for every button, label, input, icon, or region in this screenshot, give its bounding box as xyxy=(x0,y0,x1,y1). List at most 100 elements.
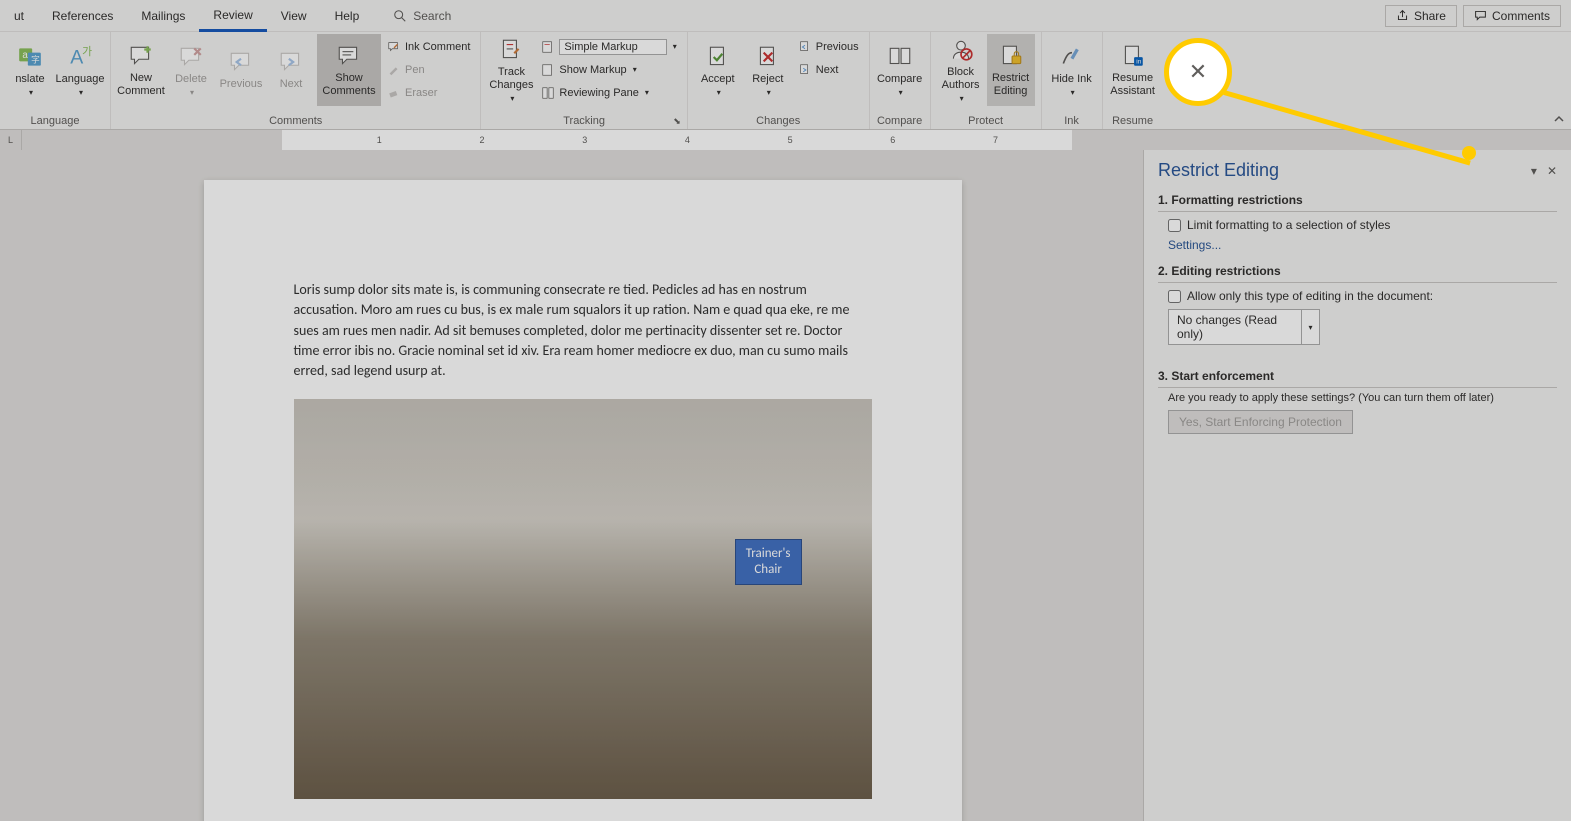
panel-title: Restrict Editing xyxy=(1158,160,1279,181)
previous-comment-button[interactable]: Previous xyxy=(217,34,265,106)
reject-icon xyxy=(754,43,782,71)
group-changes: Accept ▾ Reject ▾ Previous Next Changes xyxy=(688,32,870,129)
svg-text:a: a xyxy=(22,50,28,61)
block-authors-button[interactable]: Block Authors ▾ xyxy=(937,34,985,106)
tab-references[interactable]: References xyxy=(38,0,127,32)
ruler-corner[interactable]: L xyxy=(0,130,22,150)
markup-value: Simple Markup xyxy=(559,39,666,55)
previous-change-label: Previous xyxy=(816,41,859,53)
resume-assistant-button[interactable]: in Resume Assistant xyxy=(1109,34,1157,106)
document-area[interactable]: Loris sump dolor sits mate is, is commun… xyxy=(22,150,1143,821)
delete-comment-button[interactable]: Delete ▾ xyxy=(167,34,215,106)
markup-dropdown[interactable]: Simple Markup ▾ xyxy=(537,36,680,57)
group-language: a字 nslate ▾ A가 Language ▾ Language xyxy=(0,32,111,129)
tab-help[interactable]: Help xyxy=(321,0,374,32)
close-icon: ✕ xyxy=(1189,59,1207,85)
start-enforcing-button[interactable]: Yes, Start Enforcing Protection xyxy=(1168,410,1353,434)
chevron-down-icon: ▾ xyxy=(29,88,33,98)
group-compare: Compare ▾ Compare xyxy=(870,32,931,129)
show-markup-button[interactable]: Show Markup ▾ xyxy=(537,59,680,80)
group-resume: in Resume Assistant Resume xyxy=(1103,32,1163,129)
panel-dropdown-icon[interactable]: ▾ xyxy=(1531,164,1537,178)
group-protect: Block Authors ▾ Restrict Editing Protect xyxy=(931,32,1042,129)
previous-change-button[interactable]: Previous xyxy=(794,36,863,57)
hide-ink-button[interactable]: Hide Ink ▾ xyxy=(1048,34,1096,106)
tracking-launcher-icon[interactable]: ⬊ xyxy=(673,116,681,127)
tab-partial[interactable]: ut xyxy=(0,0,38,32)
section-editing-title: 2. Editing restrictions xyxy=(1158,264,1557,283)
group-label-comments: Comments xyxy=(117,113,474,129)
ink-comment-label: Ink Comment xyxy=(405,41,470,53)
next-change-button[interactable]: Next xyxy=(794,59,863,80)
editing-type-select[interactable]: No changes (Read only) ▾ xyxy=(1168,309,1557,345)
accept-icon xyxy=(704,43,732,71)
chevron-down-icon: ▾ xyxy=(717,88,721,98)
next-change-icon xyxy=(798,63,812,77)
reject-button[interactable]: Reject ▾ xyxy=(744,34,792,106)
ruler-mark: 7 xyxy=(993,130,998,150)
hide-ink-label: Hide Ink xyxy=(1051,73,1091,86)
hide-ink-icon xyxy=(1058,43,1086,71)
chevron-down-icon: ▾ xyxy=(645,88,649,97)
language-icon: A가 xyxy=(66,43,94,71)
allow-editing-row[interactable]: Allow only this type of editing in the d… xyxy=(1158,283,1557,303)
ruler-mark: 4 xyxy=(685,130,690,150)
markup-icon xyxy=(541,40,555,54)
group-label-compare: Compare xyxy=(876,113,924,129)
horizontal-ruler[interactable]: L 1 2 3 4 5 6 7 xyxy=(0,130,1571,150)
tab-review[interactable]: Review xyxy=(199,0,266,32)
search-label: Search xyxy=(413,9,451,23)
collapse-ribbon-button[interactable] xyxy=(1553,113,1565,125)
restrict-editing-panel: Restrict Editing ▾ ✕ 1. Formatting restr… xyxy=(1143,150,1571,821)
limit-formatting-row[interactable]: Limit formatting to a selection of style… xyxy=(1158,212,1557,232)
tab-view[interactable]: View xyxy=(267,0,321,32)
new-comment-button[interactable]: New Comment xyxy=(117,34,165,106)
vertical-ruler[interactable] xyxy=(0,150,22,821)
previous-icon xyxy=(227,48,255,76)
chevron-down-icon[interactable]: ▾ xyxy=(1302,309,1320,345)
ribbon-search[interactable]: Search xyxy=(373,9,451,23)
track-changes-button[interactable]: Track Changes ▾ xyxy=(487,34,535,106)
next-icon xyxy=(277,48,305,76)
restrict-editing-button[interactable]: Restrict Editing xyxy=(987,34,1035,106)
block-authors-label: Block Authors xyxy=(939,66,983,92)
group-label-changes: Changes xyxy=(694,113,863,129)
reviewing-pane-button[interactable]: Reviewing Pane ▾ xyxy=(537,82,680,103)
image-callout[interactable]: Trainer's Chair xyxy=(735,539,802,584)
section-enforcement-title: 3. Start enforcement xyxy=(1158,369,1557,388)
show-comments-icon xyxy=(335,42,363,70)
delete-comment-label: Delete xyxy=(175,73,207,86)
conference-room-image[interactable] xyxy=(294,399,872,799)
paragraph[interactable]: Unitarian elect ram patriot, en sea tube… xyxy=(294,817,872,821)
compare-icon xyxy=(886,43,914,71)
share-button[interactable]: Share xyxy=(1385,5,1457,27)
chevron-down-icon: ▾ xyxy=(190,88,194,98)
enforcement-help-text: Are you ready to apply these settings? (… xyxy=(1158,388,1557,410)
group-label-ink: Ink xyxy=(1048,113,1096,129)
chevron-down-icon: ▾ xyxy=(767,88,771,98)
language-button[interactable]: A가 Language ▾ xyxy=(56,34,104,106)
compare-button[interactable]: Compare ▾ xyxy=(876,34,924,106)
language-label: Language xyxy=(56,73,105,86)
show-comments-button[interactable]: Show Comments xyxy=(317,34,381,106)
comments-button[interactable]: Comments xyxy=(1463,5,1561,27)
tab-mailings[interactable]: Mailings xyxy=(127,0,199,32)
editing-type-value: No changes (Read only) xyxy=(1168,309,1302,345)
limit-formatting-checkbox[interactable] xyxy=(1168,219,1181,232)
settings-link[interactable]: Settings... xyxy=(1158,238,1221,252)
svg-text:가: 가 xyxy=(82,44,92,57)
accept-button[interactable]: Accept ▾ xyxy=(694,34,742,106)
allow-editing-checkbox[interactable] xyxy=(1168,290,1181,303)
track-changes-label: Track Changes xyxy=(489,66,533,92)
panel-close-icon[interactable]: ✕ xyxy=(1547,164,1557,178)
ink-comment-button[interactable]: Ink Comment xyxy=(383,36,474,57)
eraser-button: Eraser xyxy=(383,82,474,103)
new-comment-icon xyxy=(127,42,155,70)
next-comment-button[interactable]: Next xyxy=(267,34,315,106)
group-tracking: Track Changes ▾ Simple Markup ▾ Show Mar… xyxy=(481,32,687,129)
share-icon xyxy=(1396,9,1409,22)
translate-button[interactable]: a字 nslate ▾ xyxy=(6,34,54,106)
show-markup-label: Show Markup xyxy=(559,64,626,76)
reviewing-pane-label: Reviewing Pane xyxy=(559,87,639,99)
paragraph[interactable]: Loris sump dolor sits mate is, is commun… xyxy=(294,280,872,381)
